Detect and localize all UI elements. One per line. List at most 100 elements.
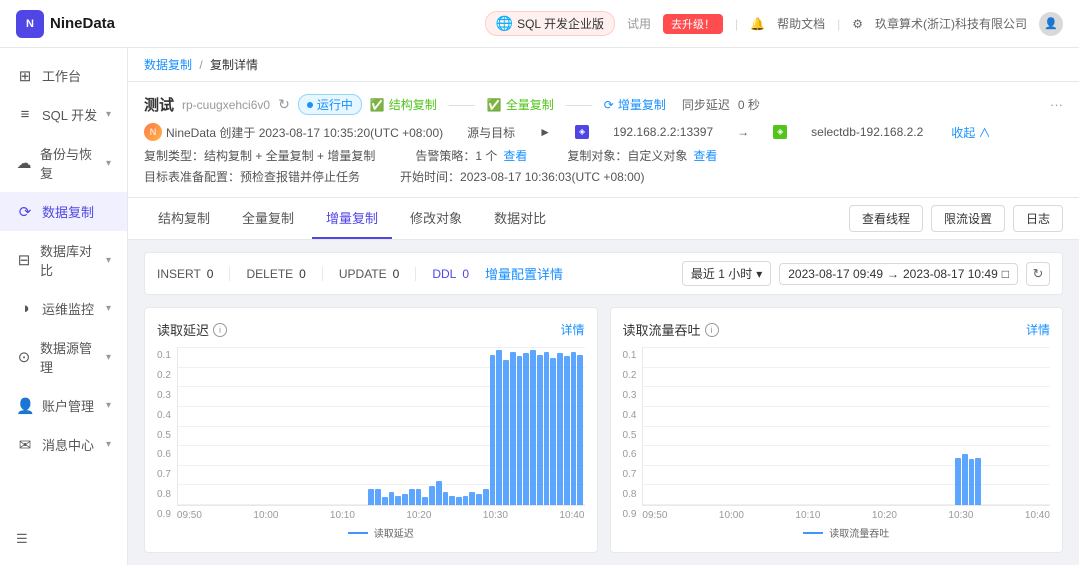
time-range-picker[interactable]: 2023-08-17 09:49 → 2023-08-17 10:49 □: [779, 263, 1018, 285]
main-layout: ⊞ 工作台 ≡ SQL 开发 ▾ ☁ 备份与恢复 ▾ ⟳ 数据复制 ⊟ 数据库对…: [0, 48, 1079, 565]
delay-legend: 读取延迟: [177, 525, 585, 540]
chart-bar: [416, 489, 422, 505]
upgrade-button[interactable]: 去升级！: [663, 14, 723, 34]
chevron-down-icon-time: ▾: [756, 267, 762, 281]
sidebar-item-sql-dev[interactable]: ≡ SQL 开发 ▾: [0, 95, 127, 134]
stat-ddl: DDL 0: [432, 267, 469, 281]
chart-title-throughput-text: 读取流量吞吐: [623, 320, 701, 339]
chart-header-throughput: 读取流量吞吐 i 详情: [623, 320, 1051, 339]
sidebar-label-sql: SQL 开发: [42, 105, 97, 124]
sidebar-item-messages[interactable]: ✉ 消息中心 ▾: [0, 425, 127, 464]
stats-row: INSERT 0 DELETE 0 UPDATE 0 DDL 0: [144, 252, 1063, 295]
chart-bar: [389, 492, 395, 505]
sidebar-label-account: 账户管理: [42, 396, 94, 415]
stat-divider-3: [415, 267, 416, 281]
sidebar-label-datasource: 数据源管理: [40, 338, 98, 376]
charts-row: 读取延迟 i 详情 0.9 0.8 0.7 0.6 0.5: [144, 307, 1063, 553]
monitor-icon: ◑: [16, 300, 34, 317]
sql-badge: 🌐 SQL 开发企业版: [485, 11, 615, 36]
step-full: ✅ 全量复制: [487, 96, 554, 113]
time-select-area: 最近 1 小时 ▾ 2023-08-17 09:49 → 2023-08-17 …: [682, 261, 1050, 286]
created-by-text: NineData 创建于 2023-08-17 10:35:20(UTC +08…: [166, 124, 443, 141]
chart-refresh-button[interactable]: ↻: [1026, 262, 1050, 286]
calendar-icon: □: [1002, 267, 1009, 281]
sidebar: ⊞ 工作台 ≡ SQL 开发 ▾ ☁ 备份与恢复 ▾ ⟳ 数据复制 ⊟ 数据库对…: [0, 48, 128, 565]
target-db-icon: ◈: [773, 125, 787, 139]
sidebar-item-ops-monitor[interactable]: ◑ 运维监控 ▾: [0, 289, 127, 328]
task-id: rp-cuugxehci6v0: [182, 98, 270, 112]
info-replication-target: 复制对象：自定义对象 查看: [567, 147, 717, 164]
check-icon-full: ✅: [487, 98, 502, 112]
sidebar-item-account[interactable]: 👤 账户管理 ▾: [0, 386, 127, 425]
chevron-down-icon-datasource: ▾: [106, 352, 111, 363]
more-icon[interactable]: ···: [1050, 97, 1063, 112]
avatar[interactable]: 👤: [1039, 12, 1063, 36]
info-icon-throughput[interactable]: i: [705, 323, 719, 337]
chart-bar: [443, 492, 449, 505]
breadcrumb-parent[interactable]: 数据复制: [144, 58, 192, 72]
sidebar-item-data-replication[interactable]: ⟳ 数据复制: [0, 192, 127, 231]
chart-bar: [456, 497, 462, 505]
sidebar-collapse-button[interactable]: ☰: [0, 521, 127, 557]
step-arrow-2: ——: [566, 97, 592, 112]
logo-text: NineData: [50, 15, 115, 32]
legend-label-throughput: 读取流量吞吐: [829, 525, 889, 540]
tab-incremental[interactable]: 增量复制: [312, 198, 392, 239]
compare-icon: ⊟: [16, 251, 32, 269]
collapse-link[interactable]: 收起 ∧: [951, 124, 990, 141]
refresh-icon[interactable]: ↻: [278, 96, 290, 113]
chart-bar: [955, 458, 961, 505]
sidebar-label-messages: 消息中心: [42, 435, 94, 454]
chart-bar: [503, 360, 509, 505]
logo[interactable]: N NineData: [16, 10, 115, 38]
chart-bar: [537, 355, 543, 505]
delay-chart-area: 0.9 0.8 0.7 0.6 0.5 0.4 0.3 0.2 0.1: [157, 347, 585, 540]
chevron-down-icon-backup: ▾: [106, 158, 111, 169]
step-structure: ✅ 结构复制: [370, 96, 437, 113]
logo-icon: N: [16, 10, 44, 38]
tab-modify-objects[interactable]: 修改对象: [396, 198, 476, 239]
throughput-detail-link[interactable]: 详情: [1026, 321, 1050, 338]
chevron-down-icon-messages: ▾: [106, 439, 111, 450]
incr-detail-link[interactable]: 增量配置详情: [485, 264, 563, 283]
gear-icon[interactable]: ⚙: [852, 17, 863, 31]
replication-target-link[interactable]: 查看: [693, 147, 717, 164]
logs-button[interactable]: 日志: [1013, 205, 1063, 232]
chevron-down-icon-account: ▾: [106, 400, 111, 411]
datasource-icon: ⊙: [16, 348, 32, 366]
target-db: selectdb-192.168.2.2: [811, 125, 923, 139]
trial-text: 试用: [627, 15, 651, 32]
limit-settings-button[interactable]: 限流设置: [931, 205, 1005, 232]
nav-divider-2: |: [837, 17, 840, 31]
sidebar-item-workbench[interactable]: ⊞ 工作台: [0, 56, 127, 95]
time-arrow: →: [887, 267, 899, 281]
help-text[interactable]: 帮助文档: [777, 15, 825, 32]
time-preset-dropdown[interactable]: 最近 1 小时 ▾: [682, 261, 771, 286]
throughput-plot-area: [642, 347, 1050, 506]
bell-icon[interactable]: 🔔: [750, 17, 765, 31]
chart-bar: [962, 454, 968, 505]
task-info-grid: 复制类型：结构复制 + 全量复制 + 增量复制 告警策略：1 个 查看 复制对象…: [144, 147, 1063, 164]
delay-detail-link[interactable]: 详情: [560, 321, 584, 338]
sidebar-label-compare: 数据库对比: [40, 241, 98, 279]
tab-data-compare[interactable]: 数据对比: [480, 198, 560, 239]
step-full-label: 全量复制: [506, 96, 554, 113]
insert-value: 0: [207, 267, 214, 281]
tab-structure[interactable]: 结构复制: [144, 198, 224, 239]
sidebar-item-data-compare[interactable]: ⊟ 数据库对比 ▾: [0, 231, 127, 289]
chart-bar: [544, 352, 550, 505]
chart-bar: [449, 496, 455, 505]
sidebar-item-backup[interactable]: ☁ 备份与恢复 ▾: [0, 134, 127, 192]
chart-title-throughput: 读取流量吞吐 i: [623, 320, 719, 339]
throughput-bars: [643, 347, 1050, 505]
tab-full[interactable]: 全量复制: [228, 198, 308, 239]
arrow-to-icon: →: [737, 125, 749, 139]
alert-link[interactable]: 查看: [503, 147, 527, 164]
view-progress-button[interactable]: 查看线程: [849, 205, 923, 232]
sync-label: 同步延迟: [682, 96, 730, 113]
chart-bar: [476, 494, 482, 505]
task-name: 测试: [144, 94, 174, 115]
sidebar-item-datasource[interactable]: ⊙ 数据源管理 ▾: [0, 328, 127, 386]
ddl-value: 0: [462, 267, 469, 281]
info-icon-delay[interactable]: i: [213, 323, 227, 337]
